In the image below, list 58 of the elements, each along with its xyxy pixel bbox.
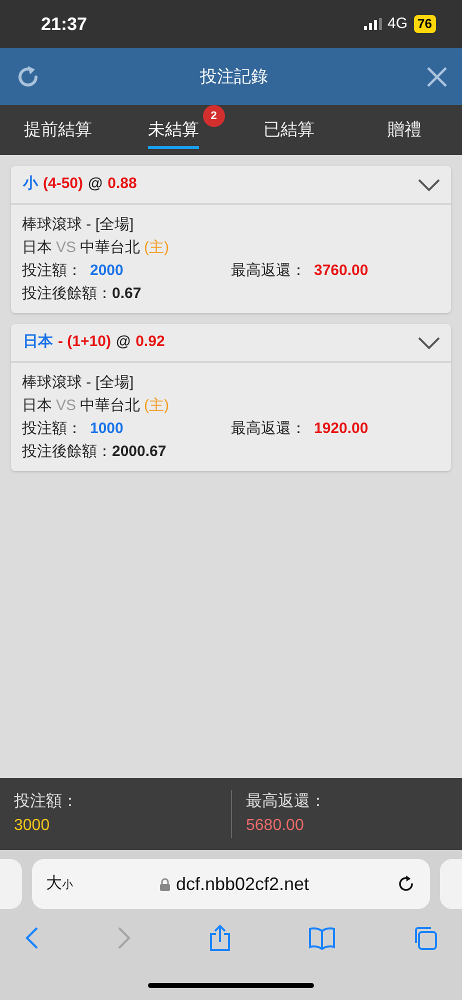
team-name: 中華台北	[80, 396, 140, 416]
max-return-label: 最高返還：	[231, 261, 306, 281]
odds-value: 0.92	[136, 332, 165, 352]
total-stake-label: 投注額：	[14, 792, 79, 812]
address-bar[interactable]: 大小 dcf.nbb02cf2.net	[32, 859, 430, 909]
chevron-icon[interactable]	[417, 336, 441, 350]
team-name: 中華台北	[80, 238, 140, 258]
reload-icon[interactable]	[396, 874, 416, 894]
bet-line: (4-50)	[43, 174, 84, 194]
home-mark: (主)	[144, 238, 170, 258]
at-sign: @	[116, 332, 131, 352]
forward-icon[interactable]	[116, 926, 132, 950]
stake-value: 1000	[90, 419, 124, 439]
bet-line: - (1+10)	[58, 332, 111, 352]
chevron-icon[interactable]	[417, 178, 441, 192]
bet-selection: 日本	[23, 332, 53, 352]
balance-label: 投注後餘額：	[22, 442, 112, 462]
tab[interactable]: 贈禮	[387, 110, 422, 150]
share-icon[interactable]	[208, 924, 232, 952]
back-icon[interactable]	[24, 926, 40, 950]
market-name: 棒球滾球 - [全場]	[22, 373, 135, 393]
max-return-value: 3760.00	[314, 261, 368, 281]
book-icon[interactable]	[308, 926, 336, 950]
stake-label: 投注額：	[22, 261, 82, 281]
battery-level: 76	[414, 15, 436, 33]
max-return-label: 最高返還：	[231, 419, 306, 439]
team-name: 日本	[22, 238, 52, 258]
bet-selection: 小	[23, 174, 38, 194]
url-text: dcf.nbb02cf2.net	[176, 872, 310, 896]
stake-value: 2000	[90, 261, 124, 281]
balance-label: 投注後餘額：	[22, 284, 112, 304]
home-mark: (主)	[144, 396, 170, 416]
tabs-icon[interactable]	[412, 925, 438, 951]
lock-icon	[160, 878, 170, 890]
versus-label: VS	[56, 396, 76, 416]
signal-icon	[364, 18, 382, 30]
stake-label: 投注額：	[22, 419, 82, 439]
text-size-button[interactable]: 大小	[46, 872, 73, 896]
total-return-value: 5680.00	[246, 816, 305, 836]
network-label: 4G	[388, 14, 408, 34]
tab[interactable]: 已結算	[263, 110, 314, 150]
total-stake-value: 3000	[14, 816, 51, 836]
versus-label: VS	[56, 238, 76, 258]
page-title: 投注記錄	[200, 66, 268, 88]
tab-preview[interactable]	[440, 859, 462, 909]
tab-preview[interactable]	[0, 859, 22, 909]
balance-value: 0.67	[112, 284, 142, 304]
clock-time: 21:37	[41, 12, 88, 36]
tab[interactable]: 提前結算	[24, 110, 92, 150]
max-return-value: 1920.00	[314, 419, 368, 439]
close-icon[interactable]	[426, 66, 448, 88]
balance-value: 2000.67	[112, 442, 166, 462]
odds-value: 0.88	[108, 174, 137, 194]
count-badge: 2	[202, 104, 225, 127]
total-return-label: 最高返還：	[246, 792, 327, 812]
market-name: 棒球滾球 - [全場]	[22, 215, 135, 235]
team-name: 日本	[22, 396, 52, 416]
at-sign: @	[88, 174, 103, 194]
